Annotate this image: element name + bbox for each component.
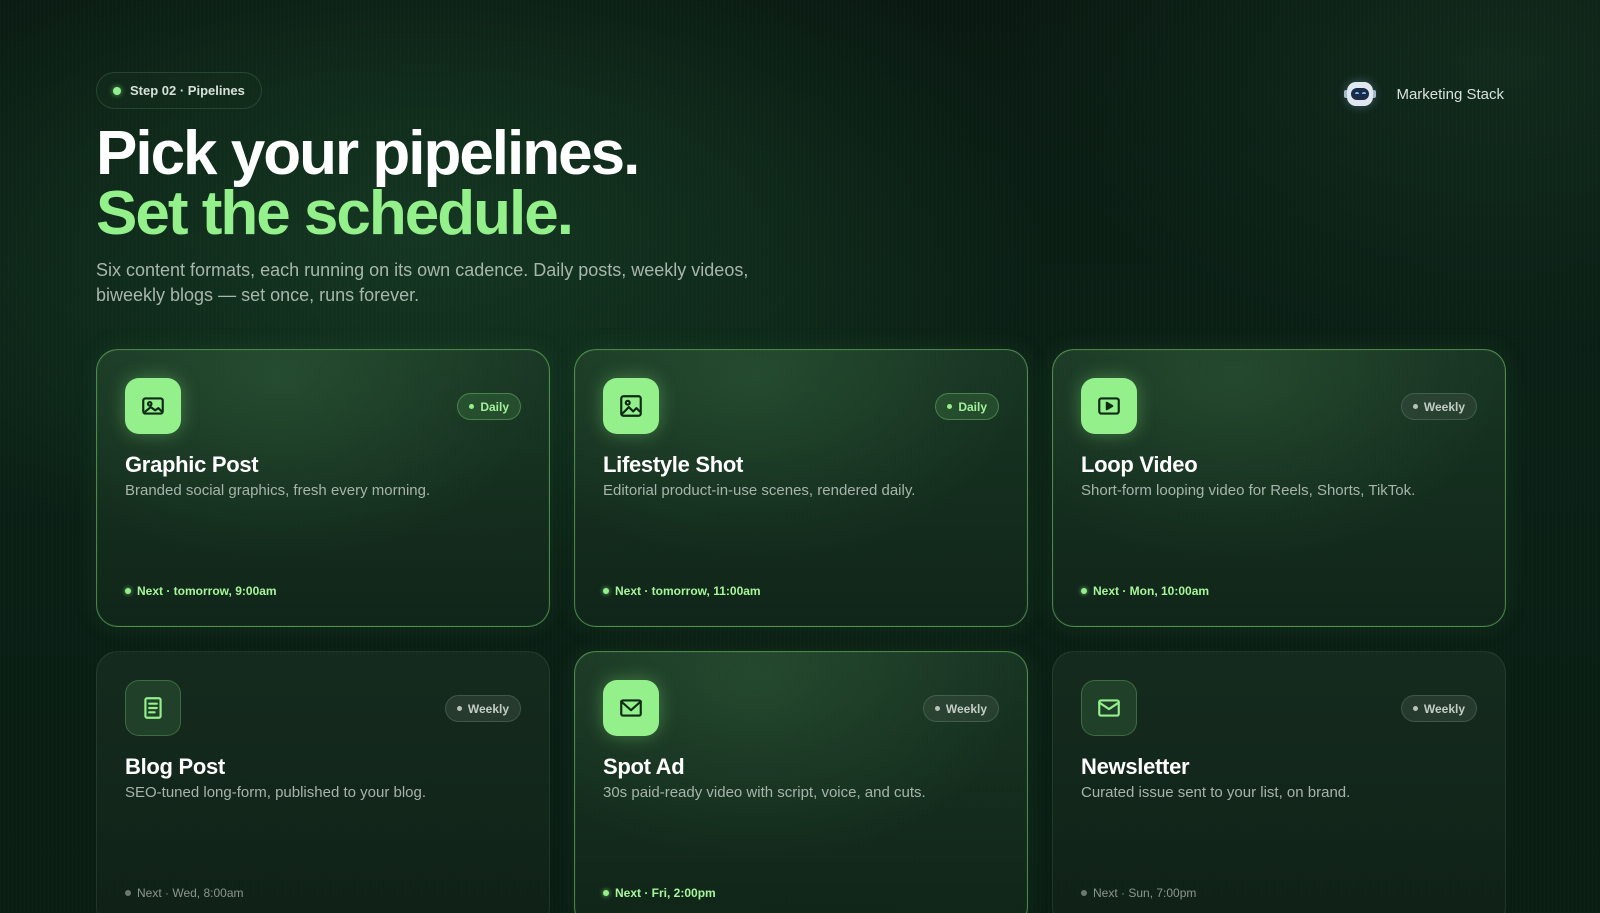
card-description: Curated issue sent to your list, on bran… bbox=[1081, 784, 1351, 801]
next-run: Next · Sun, 7:00pm bbox=[1081, 886, 1196, 900]
card-title: Graphic Post bbox=[125, 452, 259, 477]
next-run: Next · tomorrow, 9:00am bbox=[125, 584, 277, 598]
card-title: Blog Post bbox=[125, 754, 225, 779]
status-dot bbox=[113, 86, 121, 95]
card-title: Spot Ad bbox=[603, 754, 685, 779]
frequency-badge: Daily bbox=[457, 393, 521, 420]
next-run: Next · Mon, 10:00am bbox=[1081, 584, 1209, 598]
next-run: Next · Fri, 2:00pm bbox=[603, 886, 716, 900]
card-description: Short-form looping video for Reels, Shor… bbox=[1081, 482, 1416, 499]
card-title: Loop Video bbox=[1081, 452, 1198, 477]
ad-envelope-icon bbox=[603, 680, 659, 736]
next-run: Next · tomorrow, 11:00am bbox=[603, 584, 761, 598]
photo-icon bbox=[603, 378, 659, 434]
pipeline-card-spot-ad[interactable]: Weekly Spot Ad 30s paid-ready video with… bbox=[574, 651, 1028, 913]
pipeline-card-newsletter[interactable]: Weekly Newsletter Curated issue sent to … bbox=[1052, 651, 1506, 913]
image-icon bbox=[125, 378, 181, 434]
frequency-badge: Weekly bbox=[444, 695, 521, 722]
frequency-badge: Weekly bbox=[922, 695, 999, 722]
robot-icon bbox=[1344, 80, 1377, 108]
card-description: Branded social graphics, fresh every mor… bbox=[125, 482, 431, 499]
play-icon bbox=[1081, 378, 1137, 434]
hero-heading: Pick your pipelines. Set the schedule. bbox=[96, 119, 640, 248]
pipeline-grid: Daily Graphic Post Branded social graphi… bbox=[96, 349, 1506, 913]
frequency-badge: Weekly bbox=[1400, 393, 1477, 420]
card-title: Lifestyle Shot bbox=[603, 452, 744, 477]
document-icon bbox=[125, 680, 181, 736]
frequency-badge: Weekly bbox=[1400, 695, 1477, 722]
pipeline-card-loop-video[interactable]: Weekly Loop Video Short-form looping vid… bbox=[1052, 349, 1506, 627]
card-description: Editorial product-in-use scenes, rendere… bbox=[603, 482, 916, 499]
step-indicator: Step 02 · Pipelines bbox=[96, 72, 262, 109]
brand[interactable]: Marketing Stack bbox=[1344, 80, 1504, 108]
brand-name: Marketing Stack bbox=[1396, 85, 1504, 103]
pipeline-card-lifestyle-shot[interactable]: Daily Lifestyle Shot Editorial product-i… bbox=[574, 349, 1028, 627]
card-title: Newsletter bbox=[1081, 754, 1190, 779]
hero-line-1: Pick your pipelines. bbox=[96, 119, 640, 188]
hero-line-2: Set the schedule. bbox=[96, 179, 574, 248]
next-run: Next · Wed, 8:00am bbox=[125, 886, 244, 900]
frequency-badge: Daily bbox=[935, 393, 999, 420]
pipeline-card-graphic-post[interactable]: Daily Graphic Post Branded social graphi… bbox=[96, 349, 550, 627]
mail-icon bbox=[1081, 680, 1137, 736]
pipeline-card-blog-post[interactable]: Weekly Blog Post SEO-tuned long-form, pu… bbox=[96, 651, 550, 913]
card-description: 30s paid-ready video with script, voice,… bbox=[603, 784, 926, 801]
step-label: Step 02 · Pipelines bbox=[130, 83, 245, 98]
card-description: SEO-tuned long-form, published to your b… bbox=[125, 784, 427, 801]
hero-subtitle: Six content formats, each running on its… bbox=[96, 260, 749, 305]
